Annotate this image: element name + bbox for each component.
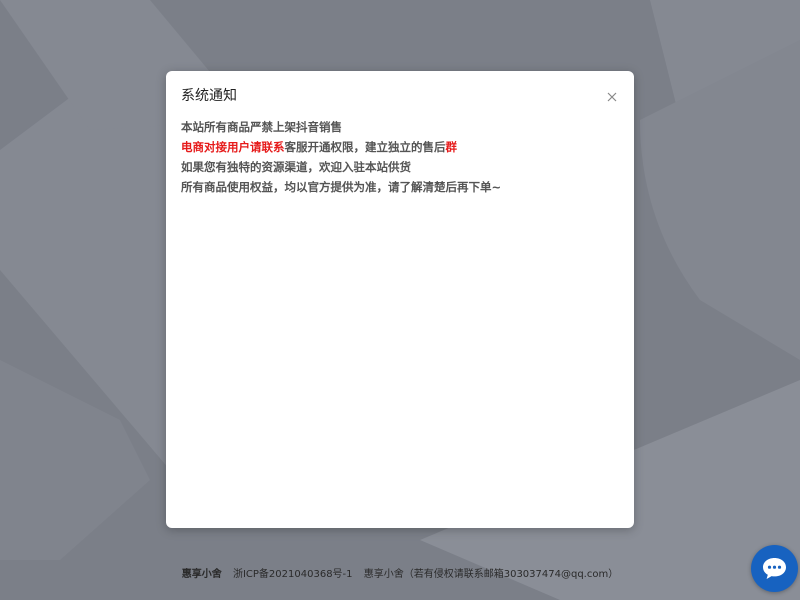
site-footer: 惠享小舍 浙ICP备2021040368号-1 惠享小舍（若有侵权请联系邮箱30… [0,567,800,583]
system-notice-modal: 系统通知 本站所有商品严禁上架抖音销售 电商对接用户请联系客服开通权限，建立独立… [166,71,634,528]
footer-brand[interactable]: 惠享小舍 [182,569,222,580]
notice-line-1-text: 本站所有商品严禁上架抖音销售 [181,120,342,134]
chat-bubble-icon [763,558,786,579]
modal-body: 本站所有商品严禁上架抖音销售 电商对接用户请联系客服开通权限，建立独立的售后群 … [181,117,621,197]
notice-line-2-highlight-end: 群 [445,140,458,154]
notice-line-3-text: 如果您有独特的资源渠道，欢迎入驻本站供货 [181,160,411,174]
footer-contact: 惠享小舍（若有侵权请联系邮箱303037474@qq.com） [363,569,619,580]
notice-line-2: 电商对接用户请联系客服开通权限，建立独立的售后群 [181,137,621,157]
customer-service-chat-button[interactable] [751,545,798,592]
footer-icp-link[interactable]: 浙ICP备2021040368号-1 [233,569,353,580]
notice-line-3: 如果您有独特的资源渠道，欢迎入驻本站供货 [181,157,621,177]
notice-line-4-text: 所有商品使用权益，均以官方提供为准，请了解清楚后再下单~ [181,180,502,194]
notice-line-2-highlight: 电商对接用户请联系 [181,140,285,154]
notice-line-4: 所有商品使用权益，均以官方提供为准，请了解清楚后再下单~ [181,177,621,197]
notice-line-2-text: 客服开通权限，建立独立的售后 [284,140,446,154]
close-button[interactable] [606,88,618,102]
notice-line-1: 本站所有商品严禁上架抖音销售 [181,117,621,137]
close-icon [607,92,617,102]
modal-title: 系统通知 [181,88,237,104]
